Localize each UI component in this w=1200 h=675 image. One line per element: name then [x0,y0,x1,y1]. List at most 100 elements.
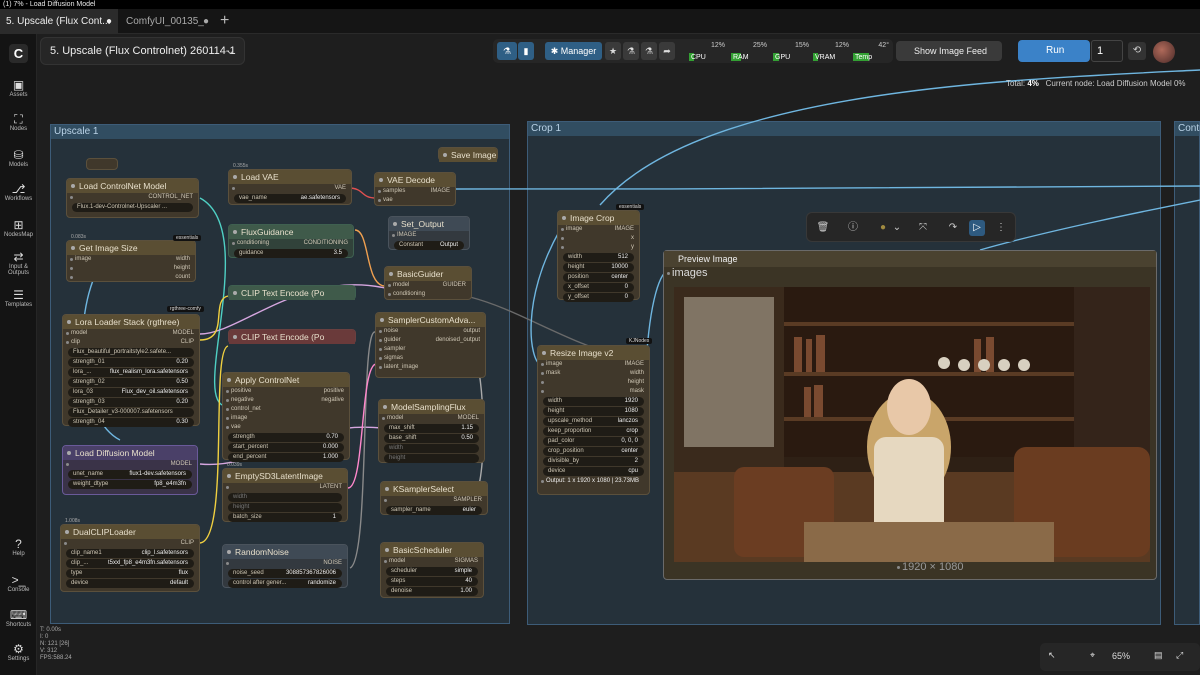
start-percent-field[interactable]: start_percent 0.000 [228,443,344,452]
node-clip-text-encode-negative[interactable]: CLIP Text Encode (Po [228,329,356,344]
execute-icon[interactable]: ▷ [969,220,985,236]
lora-04-select[interactable]: Flux_Detailer_v3-000007.safetensors [68,408,194,417]
node-model-sampling-flux[interactable]: ModelSamplingFlux model MODEL max_shift 1.… [378,399,485,463]
controlnet-select[interactable]: Flux.1-dev-Controlnet-Upscaler ... [72,203,193,212]
pad-color-field[interactable]: pad_color 0, 0, 0 [543,437,644,446]
node-ksampler-select[interactable]: KSamplerSelect SAMPLER sampler_name euler [380,481,488,515]
upscale-method-select[interactable]: upscale_method lanczos [543,417,644,426]
node-flux-guidance[interactable]: FluxGuidance conditioning CONDITIONING gu… [228,224,354,258]
clip-device-select[interactable]: device default [66,579,194,588]
node-load-vae[interactable]: Load VAE VAE vae_name ae.safetensors [228,169,352,205]
node-dual-clip-loader[interactable]: DualCLIPLoader CLIP clip_name1 clip_l.saf… [60,524,200,592]
node-sampler-custom-advanced[interactable]: SamplerCustomAdva... noise output guider d… [375,312,486,378]
node-lora-loader-stack[interactable]: Lora Loader Stack (rgthree) model MODEL c… [62,314,200,427]
node-get-image-size[interactable]: Get Image Size image width height count [66,240,196,282]
constant-field[interactable]: Constant Output [394,241,464,250]
flask-icon[interactable]: ⚗ [623,42,639,60]
noise-seed-field[interactable]: noise_seed 308857367826006 [228,569,342,578]
info-icon[interactable]: ⓘ [845,220,861,236]
lora-01-select[interactable]: Flux_beautiful_portraitstyle2.safete... [68,348,194,357]
fit-view-icon[interactable]: ⌖ [1090,650,1095,661]
chevron-down-icon[interactable]: ⌄ [889,220,905,236]
vae-name-select[interactable]: vae_name ae.safetensors [234,194,346,203]
nodes-flask-icon[interactable]: ⚗ [497,42,517,60]
y-offset-field[interactable]: y_offset 0 [563,293,634,302]
link-visibility-icon[interactable]: ⤢ [1176,650,1183,661]
clip-type-select[interactable]: type flux [66,569,194,578]
x-offset-field[interactable]: x_offset 0 [563,283,634,292]
node-clip-text-encode-positive[interactable]: CLIP Text Encode (Po [228,285,356,300]
width-field[interactable]: width [228,493,342,502]
show-image-feed-button[interactable]: Show Image Feed [896,41,1002,61]
node-set-output[interactable]: Set_Output IMAGE Constant Output [388,216,470,250]
strength-01-field[interactable]: strength_01 0.20 [68,358,194,367]
crop-width-field[interactable]: width 512 [563,253,634,262]
steps-field[interactable]: steps 40 [386,577,478,586]
node-load-diffusion-model[interactable]: Load Diffusion Model MODEL unet_name flux… [62,445,198,495]
node-preview-image[interactable]: Preview Image images 1920 × 1080 [663,250,1157,580]
node-vae-decode[interactable]: VAE Decode samples IMAGE vae [374,172,456,206]
resize-height-field[interactable]: height 1080 [543,407,644,416]
input-label: images [672,267,708,279]
node-resize-image-v2[interactable]: Resize Image v2 image IMAGE mask width hei… [537,345,650,495]
base-shift-field[interactable]: base_shift 0.50 [384,434,479,443]
max-shift-field[interactable]: max_shift 1.15 [384,424,479,433]
delete-icon[interactable]: 🗑 [815,220,831,236]
scheduler-select[interactable]: scheduler simple [386,567,478,576]
guidance-field[interactable]: guidance 3.5 [234,249,348,258]
collapse-icon[interactable]: ⤧ [915,220,931,236]
more-icon[interactable]: ⋮ [993,220,1009,236]
workflow-selector[interactable]: 5. Upscale (Flux Controlnet) 260114-1 ⌄ [40,37,245,65]
minimap-icon[interactable]: ▤ [1154,650,1163,661]
clip-name2-select[interactable]: clip_... t5xxl_fp8_e4m3fn.safetensors [66,559,194,568]
weight-dtype-select[interactable]: weight_dtype fp8_e4m3fn [68,480,192,489]
device-select[interactable]: device cpu [543,467,644,476]
node-basic-scheduler[interactable]: BasicScheduler model SIGMAS scheduler simp… [380,542,484,598]
avatar[interactable] [1153,41,1175,63]
crop-position-select[interactable]: crop_position center [543,447,644,456]
bypass-icon[interactable]: ↷ [945,220,961,236]
strength-field[interactable]: strength 0.70 [228,433,344,442]
pointer-icon[interactable]: ↖ [1048,650,1056,661]
end-percent-field[interactable]: end_percent 1.000 [228,453,344,462]
run-count-input[interactable]: 1 [1091,40,1123,62]
node-random-noise[interactable]: RandomNoise NOISE noise_seed 308857367826… [222,544,348,588]
manager-button[interactable]: ✱ Manager [545,42,602,60]
height-field[interactable]: height [228,503,342,512]
node-basic-guider[interactable]: BasicGuider model GUIDER conditioning [384,266,472,300]
node-empty-sd3-latent[interactable]: EmptySD3LatentImage LATENT width height … [222,468,348,522]
divisible-by-field[interactable]: divisible_by 2 [543,457,644,466]
batch-size-field[interactable]: batch_size 1 [228,513,342,522]
widget-name: x_offset [568,284,589,290]
node-load-controlnet[interactable]: Load ControlNet Model CONTROL_NET Flux.1… [66,178,199,218]
lora-02-select[interactable]: lora_... flux_realism_lora.safetensors [68,368,194,377]
widget-name: keep_proportion [548,428,592,434]
lora-03-select[interactable]: lora_03 Flux_dev_oil.safetensors [68,388,194,397]
strength-02-field[interactable]: strength_02 0.50 [68,378,194,387]
bookmark-icon[interactable]: ▮ [518,42,534,60]
share-icon[interactable]: ➦ [659,42,675,60]
keep-proportion-select[interactable]: keep_proportion crop [543,427,644,436]
clip-name1-select[interactable]: clip_name1 clip_l.safetensors [66,549,194,558]
node-save-image[interactable]: Save Image [438,147,498,162]
sampler-name-select[interactable]: sampler_name euler [386,506,482,515]
flask-alt-icon[interactable]: ⚗ [641,42,657,60]
zoom-level[interactable]: 65% [1112,651,1130,661]
history-icon[interactable]: ⟲ [1128,42,1146,60]
control-after-generate-select[interactable]: control after gener... randomize [228,579,342,588]
denoise-field[interactable]: denoise 1.00 [386,587,478,596]
star-icon[interactable]: ★ [605,42,621,60]
widget-name: y_offset [568,294,589,300]
run-button[interactable]: Run [1018,40,1090,62]
height-field[interactable]: height [384,454,479,463]
node-image-crop[interactable]: Image Crop image IMAGE x y width 512 heigh… [557,210,640,302]
crop-position-select[interactable]: position center [563,273,634,282]
unet-name-select[interactable]: unet_name flux1-dev.safetensors [68,470,192,479]
strength-04-field[interactable]: strength_04 0.30 [68,418,194,427]
width-field[interactable]: width [384,444,479,453]
reroute-node[interactable] [86,158,118,170]
strength-03-field[interactable]: strength_03 0.20 [68,398,194,407]
crop-height-field[interactable]: height 10000 [563,263,634,272]
node-apply-controlnet[interactable]: Apply ControlNet positive positive negati… [222,372,350,462]
resize-width-field[interactable]: width 1920 [543,397,644,406]
